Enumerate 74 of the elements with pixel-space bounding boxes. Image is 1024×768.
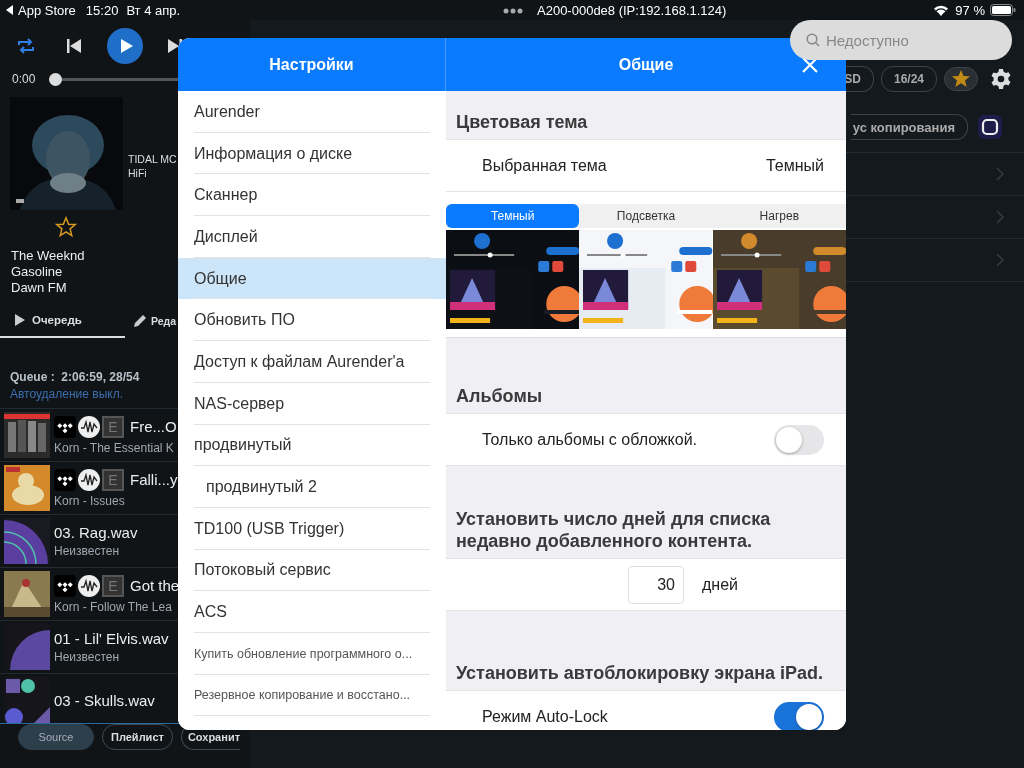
settings-icon[interactable] (990, 68, 1012, 90)
track-name: Falli...y (130, 471, 178, 488)
battery-icon (990, 4, 1016, 16)
track-name: 01 - Lil' Elvis.wav (54, 630, 169, 647)
artist-name: The Weeknd (11, 248, 85, 264)
chevron-icon (996, 253, 1004, 267)
track-title: Gasoline (11, 264, 63, 280)
service-name: TIDAL MC (128, 152, 177, 166)
waveform-icon (78, 574, 100, 597)
elapsed-time: 0:00 (12, 72, 36, 86)
play-icon[interactable] (107, 28, 143, 64)
track-name: 03. Rag.wav (54, 524, 138, 541)
copy-status-button[interactable]: ус копирования (850, 114, 968, 140)
auto-delete-link[interactable]: Автоудаление выкл. (10, 386, 124, 402)
settings-title: Настройки (269, 55, 354, 74)
track-artist: Korn - Follow The Lea (54, 599, 173, 614)
menu-item[interactable]: Общие (178, 257, 446, 300)
filter-chip[interactable]: 16/24 (880, 66, 937, 92)
repeat-icon[interactable] (16, 37, 36, 55)
page-title: Общие (618, 55, 674, 74)
device-name: A200-000de8 (IP:192.168.1.124) (537, 3, 727, 18)
section-header: Альбомы (455, 385, 544, 408)
explicit-badge: E (102, 415, 124, 438)
theme-segment[interactable]: Подсветка (579, 204, 713, 228)
square-icon[interactable] (978, 115, 1002, 139)
track-name: Fre...O (130, 418, 177, 435)
row-value: Темный (765, 156, 824, 175)
track-artist: Korn - The Essential K (54, 440, 175, 455)
track-name: 03 - Skulls.wav (54, 691, 155, 709)
section-header: Цветовая тема (455, 111, 589, 134)
tidal-icon (54, 468, 76, 491)
section-header: Установить автоблокировку экрана iPad. (455, 662, 825, 685)
section-header: Установить число дней для списка недавно добавленного контента. (455, 508, 772, 553)
unit-label: дней (702, 575, 738, 594)
play-icon (14, 314, 26, 326)
previous-icon[interactable] (66, 38, 82, 54)
toggle-switch[interactable] (774, 701, 824, 730)
chevron-icon (996, 167, 1004, 181)
waveform-icon (78, 415, 100, 438)
date: Вт 4 апр. (126, 2, 181, 18)
panel-tab[interactable]: Очередь (0, 304, 125, 338)
bottom-button[interactable]: Source (18, 724, 94, 750)
settings-row[interactable]: Выбранная тема Темный (446, 139, 846, 192)
pencil-icon (133, 314, 147, 328)
explicit-badge: E (102, 468, 124, 491)
clock: 15:20 (85, 2, 119, 18)
toggle-switch[interactable] (774, 424, 824, 455)
theme-segment[interactable]: Нагрев (712, 204, 846, 228)
track-artist: Неизвестен (54, 544, 121, 558)
explicit-badge: E (102, 574, 124, 597)
theme-segment[interactable]: Темный (446, 204, 580, 228)
back-link[interactable]: App Store (18, 2, 76, 18)
slider-thumb[interactable] (49, 72, 63, 86)
chevron-icon (996, 210, 1004, 224)
track-name: Got the (130, 577, 180, 594)
search-icon (806, 33, 820, 47)
back-icon[interactable] (6, 5, 14, 15)
wifi-icon (933, 4, 950, 16)
track-artist: Неизвестен (54, 650, 121, 664)
row-label: Только альбомы с обложкой. (482, 430, 698, 449)
battery-level: 97 % (955, 2, 985, 18)
dots-icon (503, 7, 523, 14)
album-title: Dawn FM (11, 280, 67, 296)
track-artist: Korn - Issues (54, 493, 126, 508)
row-label: Режим Auto-Lock (482, 707, 608, 726)
tidal-icon (54, 574, 76, 597)
row-label: Выбранная тема (482, 156, 607, 175)
tidal-icon (54, 415, 76, 438)
close-icon[interactable] (802, 57, 818, 73)
favorite-star-icon[interactable] (55, 216, 77, 238)
days-field[interactable]: 30 (628, 565, 684, 604)
quality-label: HiFi (128, 166, 147, 180)
queue-summary: Queue : 2:06:59, 28/54 (10, 369, 140, 386)
waveform-icon (78, 468, 100, 491)
